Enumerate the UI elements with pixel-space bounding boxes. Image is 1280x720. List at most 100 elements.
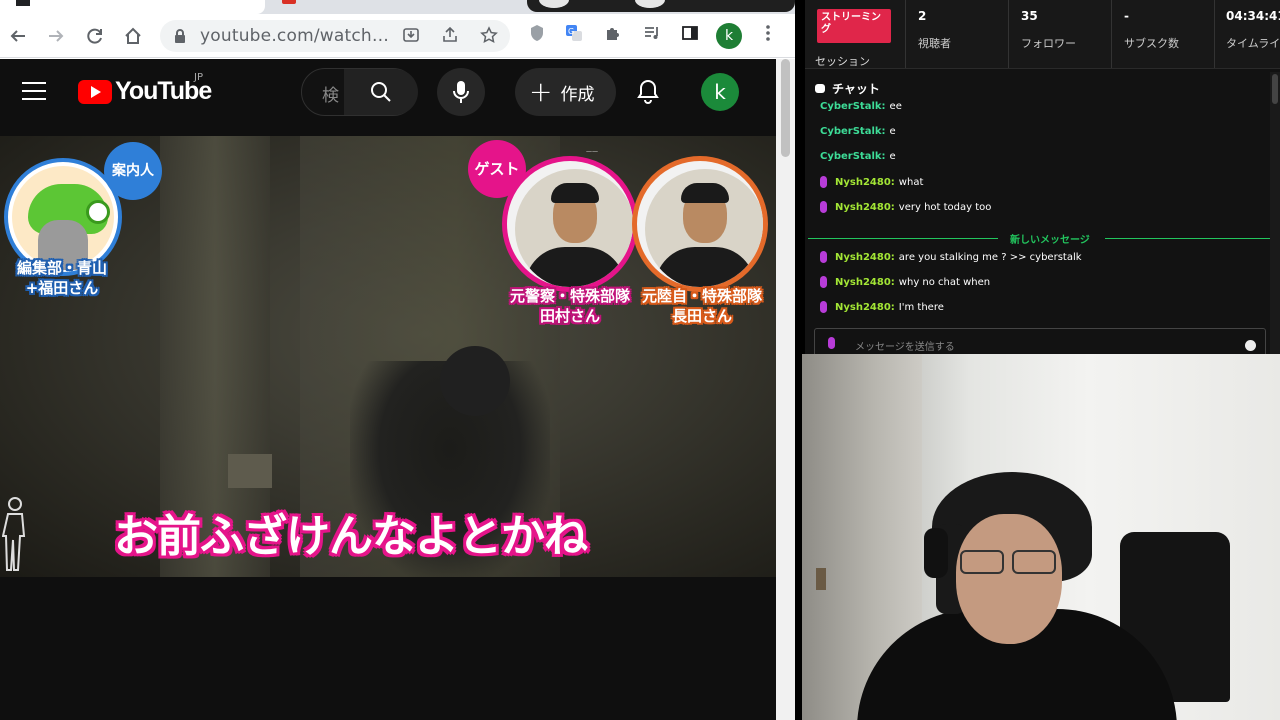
scrollbar-thumb[interactable]	[781, 59, 790, 157]
translate-extension-icon[interactable]: G	[563, 22, 585, 44]
chat-microphone-icon	[828, 337, 835, 349]
chat-username[interactable]: CyberStalk:	[820, 101, 886, 112]
back-arrow-icon[interactable]	[4, 22, 32, 50]
user-microphone-icon	[820, 176, 827, 188]
browser-window: youtube.com/watch… G k YouTube JP 検 + 作成…	[0, 0, 795, 720]
chat-username[interactable]: CyberStalk:	[820, 126, 886, 137]
page-scrollbar[interactable]	[776, 59, 795, 720]
stat-viewers: 2 視聴者	[906, 0, 1009, 68]
stat-session: ストリーミング セッション	[805, 0, 906, 68]
search-button[interactable]	[344, 69, 418, 115]
headset	[924, 528, 948, 578]
chat-message: Nysh2480: are you stalking me ? >> cybers…	[820, 251, 1082, 263]
user-microphone-icon	[820, 201, 827, 213]
search-icon	[371, 82, 391, 102]
chat-username[interactable]: Nysh2480:	[835, 302, 895, 313]
chat-message: Nysh2480: what	[820, 176, 923, 188]
side-panel-icon[interactable]	[679, 22, 701, 44]
home-icon[interactable]	[119, 22, 147, 50]
user-microphone-icon	[820, 251, 827, 263]
guide-tag: 案内人	[104, 142, 162, 200]
new-messages-divider: 新しいメッセージ	[805, 231, 1280, 246]
hamburger-menu-icon[interactable]	[22, 82, 46, 102]
new-messages-label: 新しいメッセージ	[1010, 235, 1090, 246]
guide-name: 編集部・青山 +福田さん	[16, 259, 107, 297]
followers-value: 35	[1021, 9, 1038, 23]
overlay-small-label: ——	[586, 148, 598, 155]
create-button[interactable]: + 作成	[515, 68, 616, 116]
youtube-account-avatar[interactable]: k	[701, 73, 739, 111]
timeline-label: タイムライ	[1226, 37, 1280, 50]
url-text[interactable]: youtube.com/watch…	[200, 26, 389, 46]
guest2-portrait	[632, 156, 768, 292]
reload-icon[interactable]	[81, 22, 109, 50]
chat-message: Nysh2480: I'm there	[820, 301, 944, 313]
guest1-name: 元警察・特殊部隊 田村さん	[509, 287, 630, 325]
viewers-label: 視聴者	[918, 37, 951, 50]
chat-message-text: what	[898, 176, 924, 188]
user-microphone-icon	[820, 276, 827, 288]
glasses	[960, 550, 1004, 574]
share-icon[interactable]	[439, 26, 461, 46]
forward-arrow-icon[interactable]	[42, 22, 70, 50]
chrome-profile-avatar[interactable]: k	[716, 23, 742, 49]
create-label: 作成	[560, 84, 595, 105]
streamer-face	[956, 514, 1062, 644]
media-controls-icon[interactable]	[641, 22, 663, 44]
chat-username[interactable]: Nysh2480:	[835, 252, 895, 263]
window-controls	[527, 0, 795, 12]
stat-subscriptions: - サブスク数	[1112, 0, 1215, 68]
plus-icon: +	[529, 75, 553, 108]
emoji-icon[interactable]	[1245, 340, 1256, 351]
chat-input-placeholder: メッセージを送信する	[855, 342, 955, 353]
search-box[interactable]: 検	[301, 68, 418, 116]
microphone-icon	[453, 81, 469, 103]
chat-message: Nysh2480: very hot today too	[820, 201, 991, 213]
guest1-portrait	[502, 156, 638, 292]
search-input[interactable]: 検	[322, 81, 339, 106]
shield-extension-icon[interactable]	[526, 22, 548, 44]
chat-message-text: e	[889, 126, 896, 137]
stat-timeline: 04:34:41 タイムライ	[1215, 0, 1280, 68]
chat-username[interactable]: Nysh2480:	[835, 277, 895, 288]
guest2-name: 元陸自・特殊部隊 長田さん	[641, 287, 762, 325]
window-control-icon[interactable]	[539, 0, 569, 8]
stat-followers: 35 フォロワー	[1009, 0, 1112, 68]
webcam-feed	[802, 354, 1280, 720]
svg-text:G: G	[568, 27, 574, 36]
youtube-logo-icon[interactable]	[78, 80, 112, 104]
chat-panel: チャット CyberStalk: ee CyberStalk: e CyberStalk…	[805, 68, 1280, 358]
chat-message: CyberStalk: e	[820, 126, 896, 137]
video-subtitle: お前ふざけんなよとかね	[114, 511, 588, 562]
video-player[interactable]: 案内人 編集部・青山 +福田さん —— ゲスト 元警察・特殊部隊 田村さん 元陸…	[0, 136, 776, 577]
soldier-figure-icon	[2, 497, 26, 571]
window-control-icon[interactable]	[635, 0, 665, 8]
youtube-masthead: YouTube JP 検 + 作成 k	[0, 59, 776, 126]
extensions-puzzle-icon[interactable]	[602, 22, 624, 44]
live-status-badge[interactable]: ストリーミング	[817, 9, 891, 43]
chat-scrollbar-thumb[interactable]	[1272, 74, 1278, 104]
chat-message-text: ee	[889, 101, 902, 112]
chrome-menu-icon[interactable]	[757, 22, 779, 44]
chat-message-text: very hot today too	[898, 201, 992, 213]
chat-message-text: why no chat when	[898, 276, 991, 288]
install-icon[interactable]	[400, 26, 422, 46]
subscriptions-label: サブスク数	[1124, 37, 1179, 50]
chat-scrollbar[interactable]	[1270, 72, 1280, 354]
chat-message: CyberStalk: ee	[820, 101, 902, 112]
lock-icon[interactable]	[174, 28, 186, 43]
elapsed-time-value: 04:34:41	[1226, 9, 1280, 23]
notifications-bell-icon[interactable]	[636, 79, 664, 107]
chat-username[interactable]: Nysh2480:	[835, 177, 895, 188]
chat-header: チャット	[815, 80, 880, 97]
voice-search-button[interactable]	[437, 68, 485, 116]
browser-tab-active[interactable]	[0, 0, 265, 14]
bookmark-star-icon[interactable]	[478, 26, 500, 46]
chat-username[interactable]: Nysh2480:	[835, 202, 895, 213]
chat-message: Nysh2480: why no chat when	[820, 276, 990, 288]
tab-indicator-icon	[282, 0, 296, 4]
chat-message: CyberStalk: e	[820, 151, 896, 162]
chat-username[interactable]: CyberStalk:	[820, 151, 886, 162]
omnibox[interactable]: youtube.com/watch…	[160, 20, 510, 52]
chat-message-text: e	[889, 151, 896, 162]
